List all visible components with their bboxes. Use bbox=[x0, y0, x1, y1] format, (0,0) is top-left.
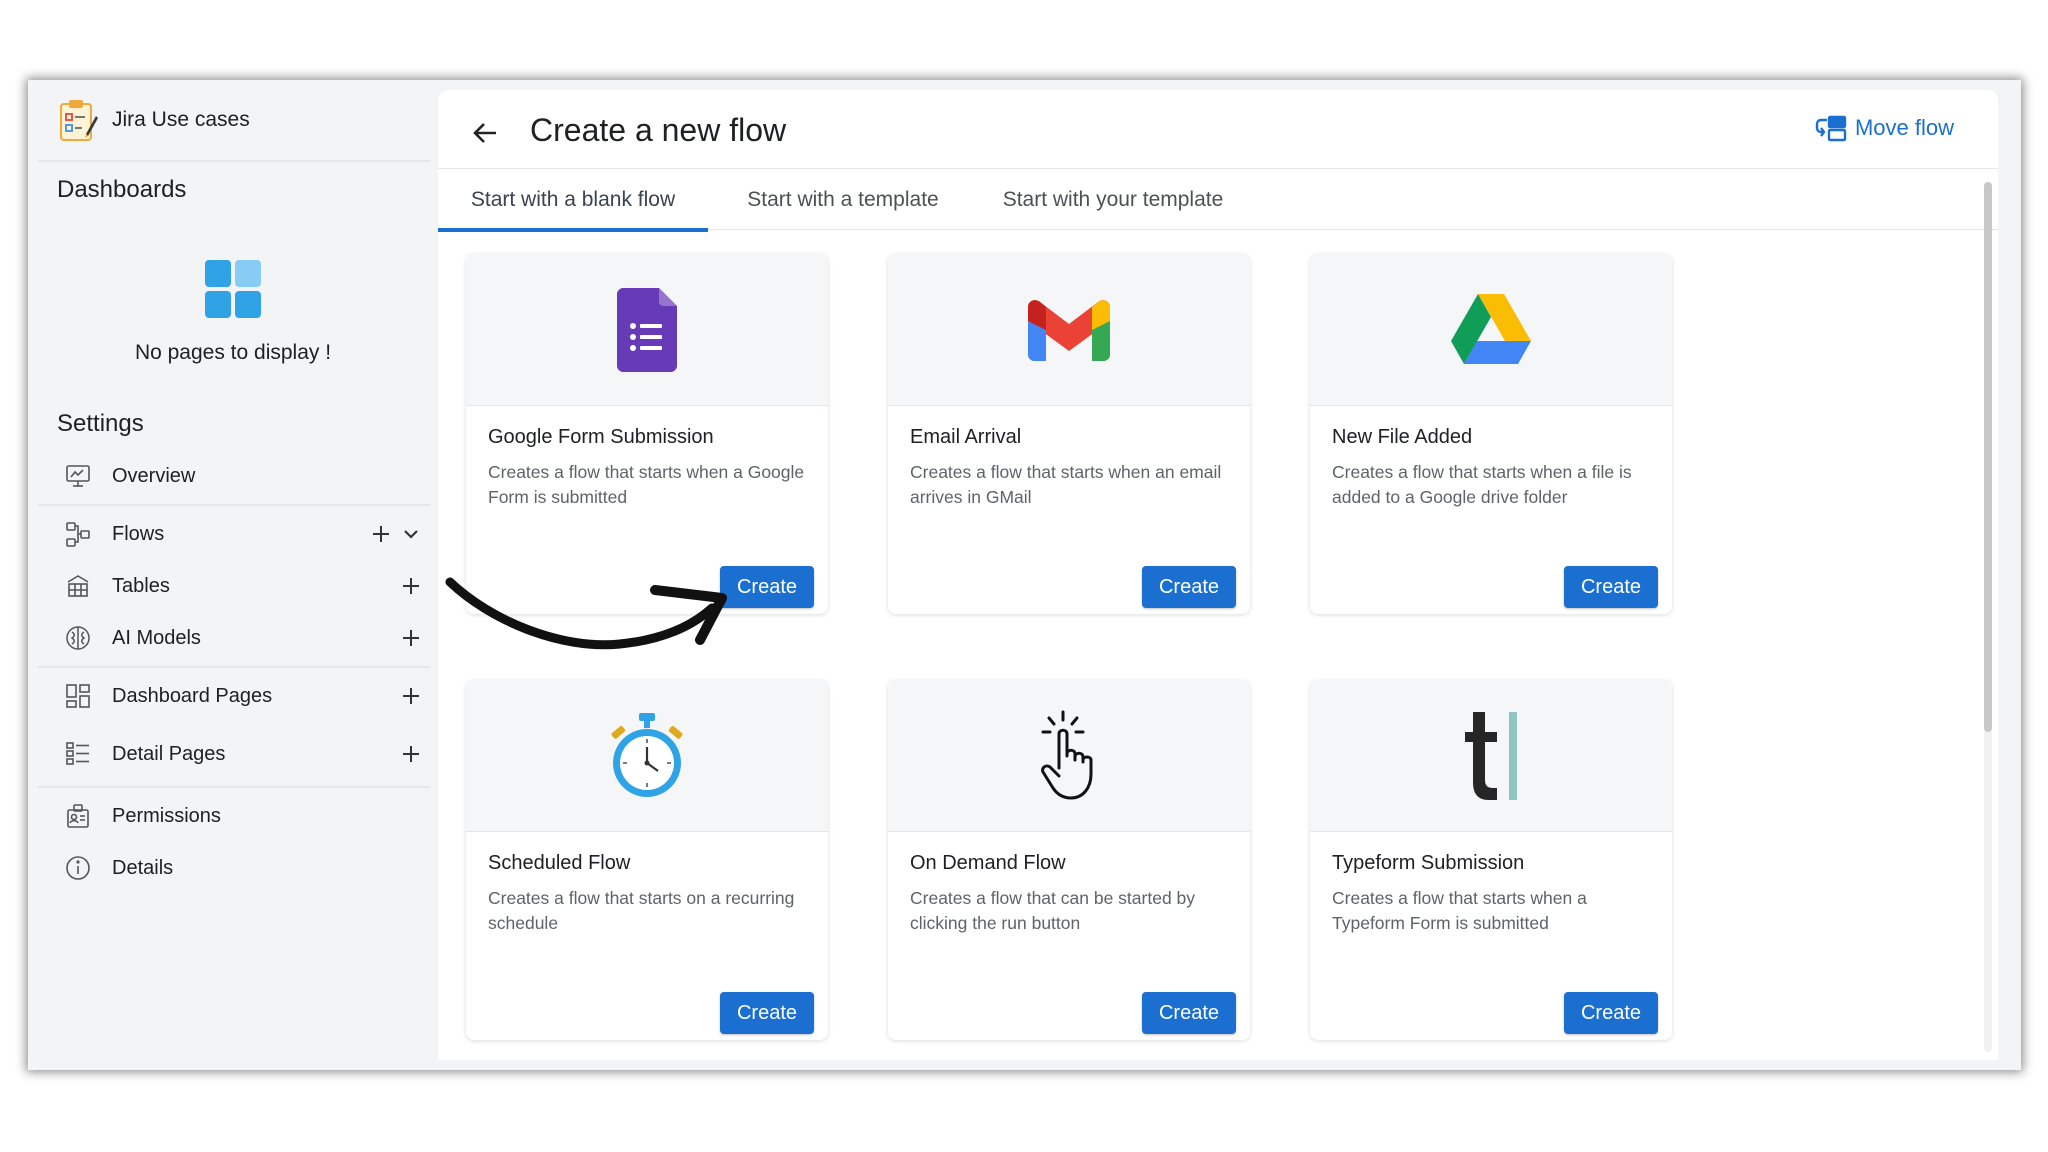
gmail-icon bbox=[1028, 299, 1110, 361]
card-title: On Demand Flow bbox=[910, 852, 1066, 874]
sidebar-item-ai-models[interactable]: AI Models bbox=[64, 616, 434, 660]
add-detail-page-button[interactable] bbox=[398, 741, 424, 767]
sidebar-divider bbox=[38, 160, 430, 162]
move-flow-button[interactable]: Move flow bbox=[1815, 114, 1954, 142]
create-button[interactable]: Create bbox=[1564, 992, 1658, 1034]
card-description: Creates a flow that starts when a file i… bbox=[1332, 462, 1632, 507]
typeform-icon bbox=[1465, 711, 1517, 800]
create-button[interactable]: Create bbox=[1564, 566, 1658, 608]
create-button[interactable]: Create bbox=[1142, 992, 1236, 1034]
card-title: Email Arrival bbox=[910, 426, 1022, 448]
sidebar-item-overview[interactable]: Overview bbox=[64, 454, 434, 498]
card-icon-area bbox=[888, 254, 1250, 406]
dashboard-pages-icon bbox=[64, 682, 92, 710]
clipboard-logo-icon bbox=[60, 100, 98, 141]
dashboards-title: Dashboards bbox=[57, 176, 187, 203]
create-button[interactable]: Create bbox=[720, 992, 814, 1034]
create-button[interactable]: Create bbox=[1142, 566, 1236, 608]
sidebar-divider bbox=[38, 666, 430, 668]
add-ai-model-button[interactable] bbox=[398, 625, 424, 651]
card-description: Creates a flow that starts on a recurrin… bbox=[488, 888, 795, 933]
move-flow-label: Move flow bbox=[1854, 115, 1954, 140]
scrollbar-thumb[interactable] bbox=[1984, 182, 1992, 732]
stopwatch-icon bbox=[611, 712, 683, 797]
sidebar-item-detail-pages[interactable]: Detail Pages bbox=[64, 732, 434, 776]
page-title: Create a new flow bbox=[530, 112, 787, 148]
grid-icon bbox=[205, 260, 261, 318]
permissions-icon bbox=[64, 802, 92, 830]
card-description: Creates a flow that starts when a Typefo… bbox=[1332, 888, 1587, 933]
header-divider bbox=[438, 168, 1998, 169]
card-icon-area bbox=[466, 254, 828, 406]
create-button[interactable]: Create bbox=[720, 566, 814, 608]
app-name: Jira Use cases bbox=[112, 108, 250, 131]
monitor-icon bbox=[64, 462, 92, 490]
sidebar-item-label: Tables bbox=[112, 574, 170, 597]
empty-text: No pages to display ! bbox=[134, 341, 332, 364]
card-description: Creates a flow that can be started by cl… bbox=[910, 888, 1196, 933]
card-title: Google Form Submission bbox=[488, 426, 714, 448]
flow-icon bbox=[64, 520, 92, 548]
sidebar-item-permissions[interactable]: Permissions bbox=[64, 794, 434, 838]
card-scheduled-flow: Scheduled Flow Creates a flow that start… bbox=[466, 680, 828, 1040]
tab-bar: Start with a blank flow Start with a tem… bbox=[438, 170, 1998, 232]
info-icon bbox=[64, 854, 92, 882]
card-on-demand-flow: On Demand Flow Creates a flow that can b… bbox=[888, 680, 1250, 1040]
google-drive-icon bbox=[1451, 293, 1531, 364]
card-icon-area bbox=[1310, 680, 1672, 832]
sidebar-item-label: Flows bbox=[112, 522, 165, 545]
card-icon-area bbox=[1310, 254, 1672, 406]
sidebar-item-label: Details bbox=[112, 856, 174, 879]
card-icon-area bbox=[888, 680, 1250, 832]
card-new-file-added: New File Added Creates a flow that start… bbox=[1310, 254, 1672, 614]
app-window: Jira Use cases Dashboards No pages to di… bbox=[28, 80, 2021, 1070]
chevron-down-icon[interactable] bbox=[398, 521, 424, 547]
google-forms-icon bbox=[617, 287, 677, 372]
sidebar-item-dashboard-pages[interactable]: Dashboard Pages bbox=[64, 674, 434, 718]
card-icon-area bbox=[466, 680, 828, 832]
card-email-arrival: Email Arrival Creates a flow that starts… bbox=[888, 254, 1250, 614]
card-google-form: Google Form Submission Creates a flow th… bbox=[466, 254, 828, 614]
sidebar-item-details[interactable]: Details bbox=[64, 846, 434, 890]
card-typeform-submission: Typeform Submission Creates a flow that … bbox=[1310, 680, 1672, 1040]
add-table-button[interactable] bbox=[398, 573, 424, 599]
empty-dashboards: No pages to display ! bbox=[28, 260, 438, 365]
sidebar-divider bbox=[38, 504, 430, 506]
card-title: Scheduled Flow bbox=[488, 852, 631, 874]
sidebar-item-tables[interactable]: Tables bbox=[64, 564, 434, 608]
tap-hand-icon bbox=[1041, 710, 1093, 799]
tab-template[interactable]: Start with a template bbox=[718, 170, 968, 230]
card-description: Creates a flow that starts when a Google… bbox=[488, 462, 805, 507]
add-dashboard-page-button[interactable] bbox=[398, 683, 424, 709]
tab-blank-flow[interactable]: Start with a blank flow bbox=[438, 170, 708, 232]
sidebar-item-flows[interactable]: Flows bbox=[64, 512, 434, 556]
sidebar-item-label: Permissions bbox=[112, 804, 221, 827]
detail-pages-icon bbox=[64, 740, 92, 768]
card-title: New File Added bbox=[1332, 426, 1473, 448]
scrollbar[interactable] bbox=[1984, 182, 1992, 1052]
sidebar-divider bbox=[38, 786, 430, 788]
card-description: Creates a flow that starts when an email… bbox=[910, 462, 1222, 507]
move-flow-icon bbox=[1815, 115, 1847, 142]
sidebar: Jira Use cases Dashboards No pages to di… bbox=[28, 80, 438, 1070]
tab-your-template[interactable]: Start with your template bbox=[978, 170, 1248, 230]
sidebar-item-label: AI Models bbox=[112, 626, 201, 649]
app-header[interactable]: Jira Use cases bbox=[58, 98, 250, 142]
back-arrow-icon[interactable] bbox=[468, 116, 502, 150]
card-title: Typeform Submission bbox=[1332, 852, 1525, 874]
add-flow-button[interactable] bbox=[368, 521, 394, 547]
main-panel: Create a new flow Move flow Start with a… bbox=[438, 90, 1998, 1060]
ai-model-icon bbox=[64, 624, 92, 652]
table-icon bbox=[64, 572, 92, 600]
sidebar-item-label: Dashboard Pages bbox=[112, 684, 273, 707]
settings-title: Settings bbox=[57, 410, 144, 437]
sidebar-item-label: Overview bbox=[112, 464, 196, 487]
sidebar-item-label: Detail Pages bbox=[112, 742, 226, 765]
